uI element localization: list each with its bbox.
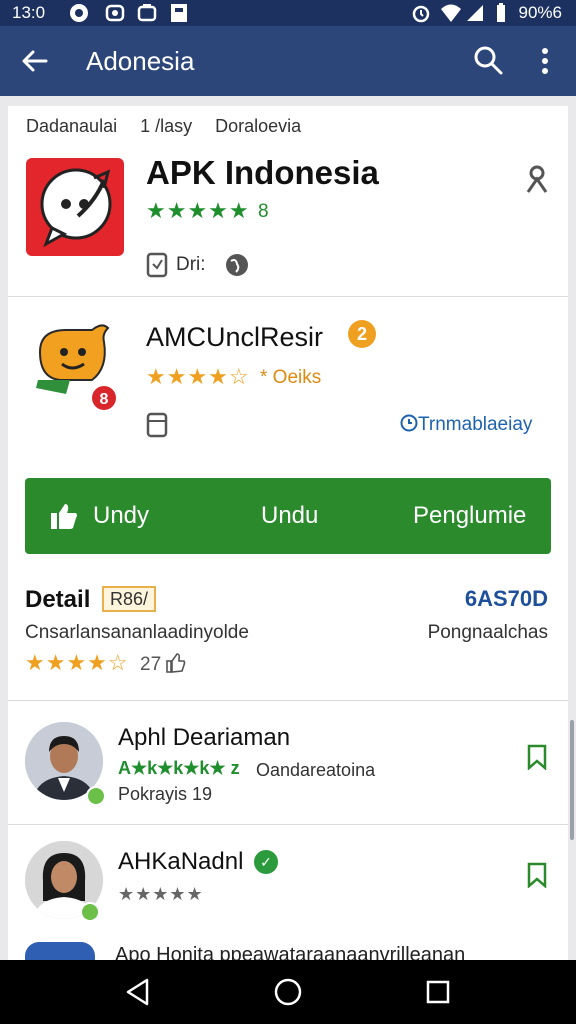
rating-stars: ★★★★☆ (146, 364, 250, 389)
app-icon-apk-indonesia[interactable] (26, 158, 124, 256)
rating-value: * Oeiks (260, 367, 322, 388)
camera-icon (104, 2, 126, 24)
nav-recents-icon[interactable] (420, 974, 456, 1010)
app-meta: Dri: (176, 254, 206, 275)
thumb-up-icon (49, 501, 79, 531)
rating-count: 27 (140, 653, 186, 676)
message-icon (136, 2, 158, 24)
app-bar: Adonesia (0, 26, 576, 96)
install-button[interactable]: Undy (49, 478, 149, 554)
status-time: 13:0 (12, 3, 46, 22)
signal-icon (464, 2, 486, 24)
sim-icon (168, 2, 190, 24)
breadcrumb-item[interactable]: Dadanaulai (26, 116, 117, 136)
pin-icon[interactable] (524, 164, 550, 194)
bookmark-icon[interactable] (526, 744, 548, 771)
detail-title: Detail (25, 586, 91, 613)
rating-stars: ★★★★☆ (25, 650, 129, 675)
detail-side-text: Pongnaalchas (427, 622, 548, 643)
verified-icon: ✓ (254, 850, 278, 874)
scrollbar[interactable] (570, 720, 574, 840)
alarm-icon (410, 2, 432, 24)
notification-icon (68, 2, 90, 24)
back-arrow-icon[interactable] (20, 46, 50, 76)
battery-text: 90%6 (518, 3, 562, 22)
nav-home-icon[interactable] (270, 974, 306, 1010)
reviewer-stars: ★★★★★ (118, 884, 204, 904)
thumb-up-icon (166, 653, 186, 673)
app-badge: 2 (348, 320, 376, 348)
rating-value: 8 (258, 201, 269, 222)
divider (8, 824, 568, 825)
status-bar: 13:0 90%6 (0, 0, 576, 26)
divider (8, 296, 568, 297)
download-button[interactable]: Undu (261, 478, 318, 554)
reviewer-name[interactable]: Aphl Deariaman (118, 724, 290, 752)
battery-icon (490, 2, 512, 24)
reviewer-name[interactable]: AHKaNadnl (118, 848, 243, 876)
action-bar: Undy Undu Penglumie (25, 478, 551, 554)
app-name[interactable]: AMCUnclResir (146, 322, 323, 353)
document-icon (146, 252, 168, 278)
bookmark-icon[interactable] (526, 862, 548, 889)
app-link-text: Trnmablaeiay (418, 414, 533, 435)
rating-stars: ★★★★★ (146, 198, 250, 223)
download-button-label: Undu (261, 502, 319, 529)
detail-description: Cnsarlansananlaadinyolde (25, 622, 249, 643)
wifi-icon (440, 2, 462, 24)
content-card: Dadanaulai 1 /lasy Doraloevia APK Indone… (8, 106, 568, 964)
breadcrumb-item[interactable]: Doraloevia (215, 116, 301, 136)
online-badge (86, 786, 106, 806)
settings-button[interactable]: Penglumie (413, 478, 526, 554)
settings-button-label: Penglumie (413, 502, 527, 529)
svg-text:8: 8 (100, 391, 109, 408)
app-link[interactable]: Trnmablaeiay (400, 414, 532, 436)
reviewer-meta: Pokrayis 19 (118, 784, 213, 804)
search-icon[interactable] (472, 44, 504, 76)
reviewer-subtitle: Oandareatoina (256, 760, 376, 780)
detail-code[interactable]: 6AS70D (465, 586, 548, 612)
reviewer-stars: A★k★k★k★ z (118, 758, 240, 778)
document-icon (146, 412, 168, 438)
globe-icon (224, 252, 250, 278)
rating-count-text: 27 (140, 654, 162, 675)
install-button-label: Undy (93, 502, 150, 529)
app-bar-title: Adonesia (86, 46, 195, 76)
nav-back-icon[interactable] (120, 974, 156, 1010)
clock-icon (400, 414, 418, 432)
more-vert-icon[interactable] (532, 46, 558, 76)
online-badge (80, 902, 100, 922)
app-name[interactable]: APK Indonesia (146, 154, 379, 192)
app-icon-amc[interactable]: 8 (30, 318, 126, 414)
system-nav-bar (0, 960, 576, 1024)
breadcrumb: Dadanaulai 1 /lasy Doraloevia (26, 116, 319, 137)
detail-tag: R86/ (102, 586, 157, 612)
divider (8, 700, 568, 701)
breadcrumb-item[interactable]: 1 /lasy (140, 116, 192, 136)
